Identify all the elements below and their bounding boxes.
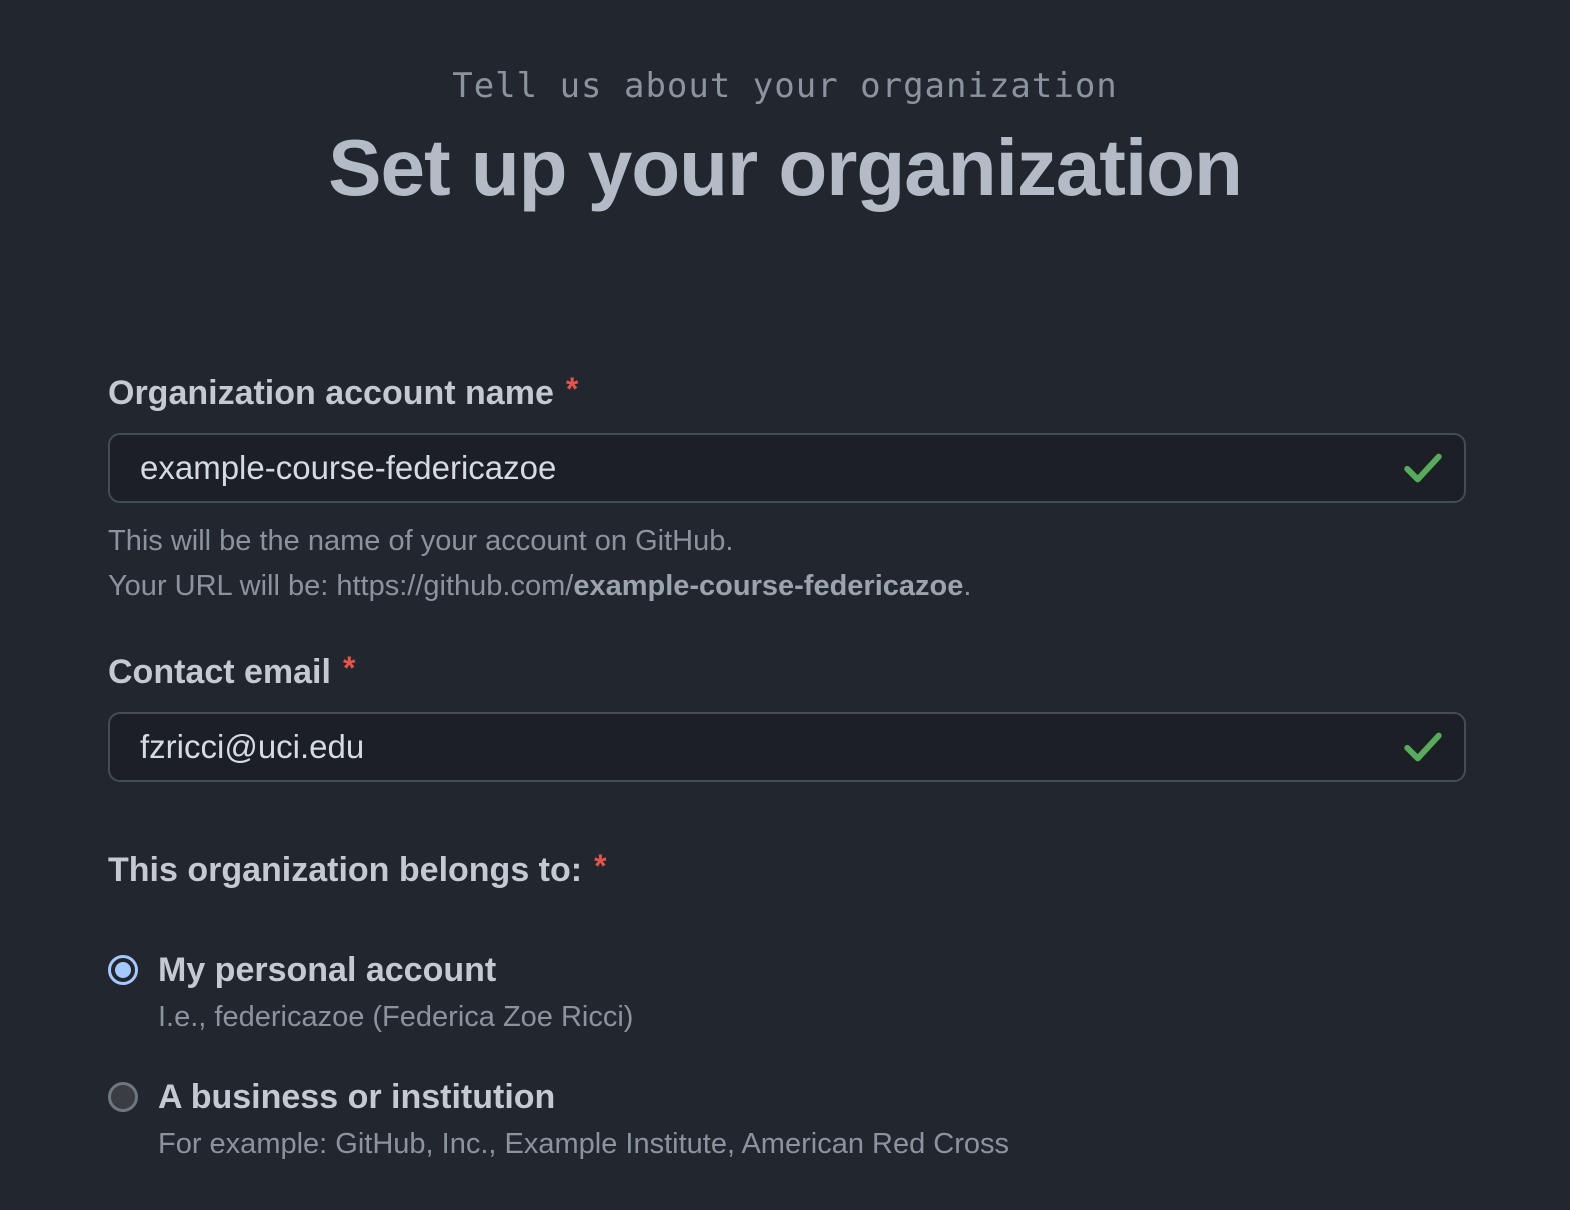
required-asterisk: * — [342, 649, 356, 686]
org-name-group: Organization account name * example-cour… — [108, 370, 1466, 609]
option-business-description: For example: GitHub, Inc., Example Insti… — [158, 1128, 1009, 1160]
radio-business-institution[interactable] — [108, 1082, 138, 1112]
org-url-name: example-course-federicazoe — [573, 570, 964, 602]
org-name-label: Organization account name * — [108, 370, 1466, 416]
org-url-prefix: Your URL will be: https://github.com/ — [108, 570, 574, 602]
belongs-to-label-text: This organization belongs to: — [108, 850, 583, 889]
contact-email-label: Contact email * — [108, 649, 1466, 695]
contact-email-input[interactable]: fzricci@uci.edu — [108, 712, 1466, 782]
required-asterisk: * — [565, 370, 579, 407]
belongs-to-label: This organization belongs to: * — [108, 847, 1466, 893]
page-eyebrow: Tell us about your organization — [452, 66, 1118, 106]
setup-organization-page: Tell us about your organization Set up y… — [0, 0, 1570, 1210]
check-icon — [1404, 453, 1442, 483]
contact-email-group: Contact email * fzricci@uci.edu — [108, 649, 1466, 782]
contact-email-label-text: Contact email — [108, 652, 331, 691]
required-asterisk: * — [594, 847, 607, 884]
page-title: Set up your organization — [328, 123, 1243, 212]
option-personal-account[interactable]: My personal account I.e., federicazoe (F… — [108, 947, 1466, 1034]
option-business-row[interactable]: A business or institution — [108, 1074, 1466, 1120]
option-business-label[interactable]: A business or institution — [158, 1078, 555, 1117]
org-name-label-text: Organization account name — [108, 373, 554, 412]
org-name-hint: This will be the name of your account on… — [108, 525, 734, 557]
org-url-suffix: . — [963, 570, 972, 602]
org-name-input-value[interactable]: example-course-federicazoe — [140, 449, 556, 487]
option-personal-row[interactable]: My personal account — [108, 947, 1466, 993]
organization-form: Organization account name * example-cour… — [108, 370, 1466, 1161]
radio-personal-account[interactable] — [108, 955, 138, 985]
option-personal-description: I.e., federicazoe (Federica Zoe Ricci) — [158, 1001, 634, 1033]
org-name-input[interactable]: example-course-federicazoe — [108, 433, 1466, 503]
org-url-hint: Your URL will be: https://github.com/exa… — [108, 564, 1466, 609]
belongs-to-group: This organization belongs to: * My perso… — [108, 847, 1466, 1161]
contact-email-input-value[interactable]: fzricci@uci.edu — [140, 728, 364, 766]
check-icon — [1404, 732, 1442, 762]
org-name-hints: This will be the name of your account on… — [108, 519, 1466, 609]
option-business-institution[interactable]: A business or institution For example: G… — [108, 1074, 1466, 1161]
option-personal-label[interactable]: My personal account — [158, 951, 496, 990]
